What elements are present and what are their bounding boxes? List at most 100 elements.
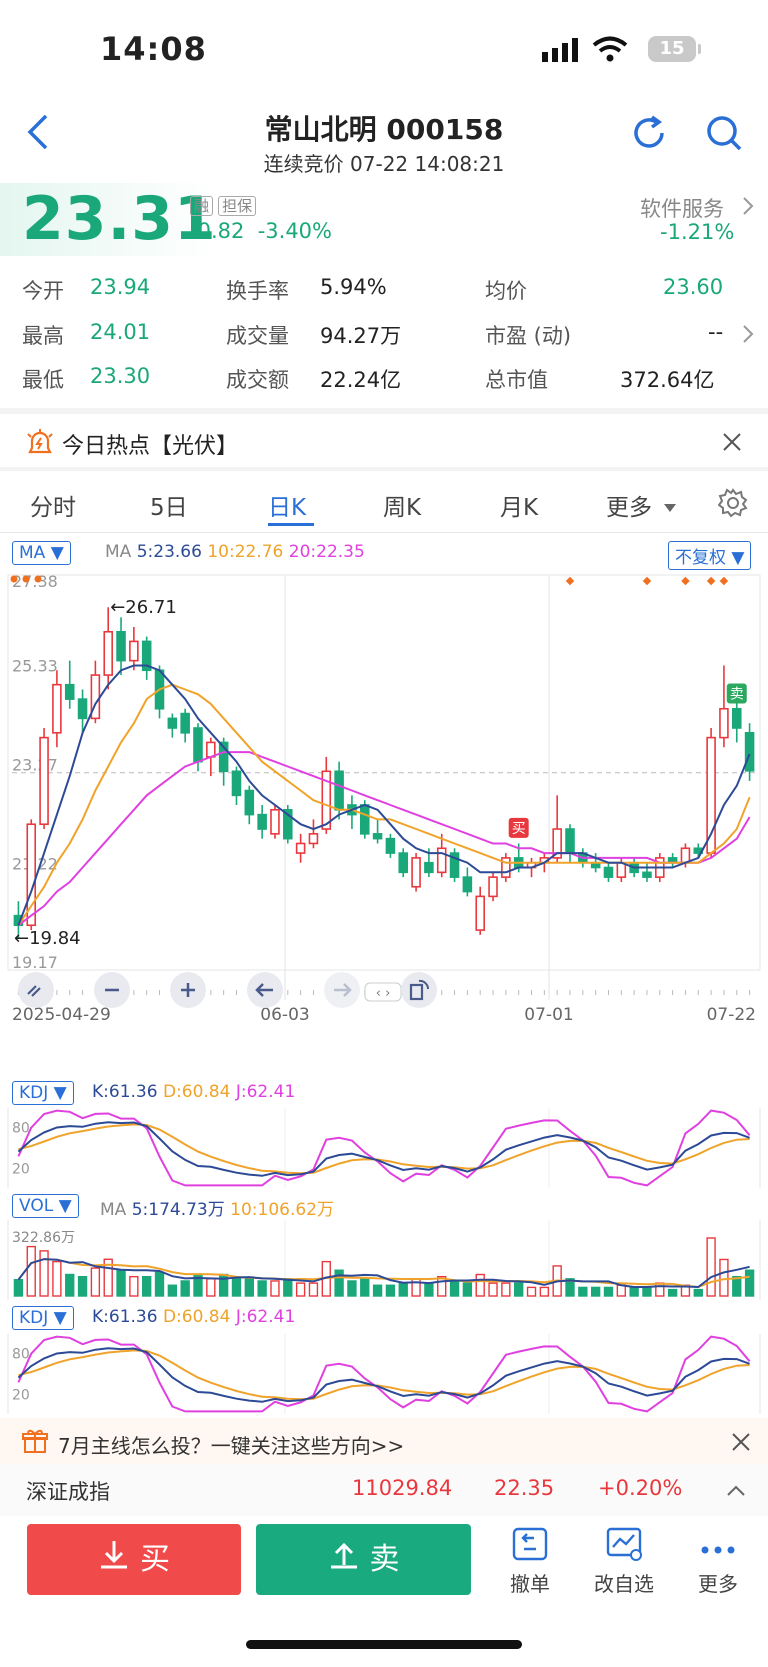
- pe-chevron-icon[interactable]: [742, 324, 754, 348]
- tab-intraday[interactable]: 分时: [30, 488, 76, 522]
- candle-body: [52, 683, 62, 734]
- kdj-values: K:61.36 D:60.84 J:62.41: [92, 1082, 295, 1102]
- candle-body: [372, 833, 383, 840]
- cancel-order-label[interactable]: 撤单: [490, 1568, 570, 1597]
- volume-bar: [244, 1278, 254, 1297]
- x-tick-label: 07-01: [524, 1005, 573, 1025]
- more-label[interactable]: 更多: [678, 1568, 758, 1597]
- volume-bar: [372, 1284, 383, 1297]
- volume-bar: [398, 1282, 408, 1297]
- candle-body: [180, 712, 190, 734]
- volume-bar: [719, 1258, 729, 1297]
- edit-watchlist-icon[interactable]: [606, 1527, 644, 1565]
- index-change: 22.35: [494, 1476, 555, 1500]
- close-hot-icon[interactable]: [722, 432, 742, 456]
- candle-body: [39, 736, 49, 826]
- candle-body: [64, 683, 75, 700]
- volume-bar: [424, 1282, 434, 1297]
- tab-weekly-k[interactable]: 周K: [383, 488, 421, 522]
- scroll-handle-label: ‹ ›: [376, 986, 391, 1001]
- candle-body: [475, 895, 485, 931]
- candle-body: [193, 727, 203, 763]
- pe-label[interactable]: 市盈 (动): [485, 320, 571, 350]
- active-tab-underline: [268, 523, 314, 526]
- more-dots-icon[interactable]: [700, 1540, 736, 1559]
- sell-icon: [328, 1525, 360, 1596]
- event-dot: [719, 576, 729, 586]
- volume-bar: [13, 1278, 24, 1297]
- event-dot: [565, 576, 575, 586]
- adjust-selector[interactable]: 不复权 ▼: [668, 541, 752, 570]
- search-icon[interactable]: [705, 114, 743, 156]
- volume-bar: [462, 1282, 473, 1297]
- divider: [0, 532, 768, 533]
- sector-name[interactable]: 软件服务: [640, 193, 724, 223]
- pan-right-button[interactable]: [324, 972, 360, 1008]
- kdj2-selector[interactable]: KDJ ▼: [12, 1306, 74, 1330]
- event-dot: [34, 575, 42, 583]
- volume-bar: [629, 1286, 639, 1297]
- kdj-selector[interactable]: KDJ ▼: [12, 1081, 74, 1105]
- chevron-up-icon[interactable]: [726, 1482, 746, 1501]
- volume-bar: [488, 1282, 498, 1297]
- volume-bar: [578, 1286, 588, 1297]
- close-banner-icon[interactable]: [732, 1433, 750, 1455]
- volume-value: 94.27万: [320, 324, 402, 348]
- volume-bar: [732, 1275, 742, 1297]
- amount-value: 22.24亿: [320, 368, 402, 392]
- rotate-screen-button[interactable]: [401, 972, 437, 1008]
- tab-5day[interactable]: 5日: [150, 488, 188, 522]
- ma-label: MA: [105, 542, 132, 562]
- x-tick-label: 2025-04-29: [12, 1005, 111, 1025]
- ma5-value: 5:23.66: [136, 542, 202, 562]
- divider: [0, 408, 768, 414]
- volume-bar: [167, 1284, 178, 1297]
- vol-ma10: 10:106.62万: [230, 1200, 334, 1220]
- margin-tag: 融: [190, 196, 214, 216]
- refresh-icon[interactable]: [630, 114, 668, 156]
- candle-body: [398, 852, 409, 874]
- tab-daily-k[interactable]: 日K: [268, 488, 306, 522]
- volume-bar: [65, 1273, 75, 1297]
- volume-bar: [449, 1280, 460, 1297]
- pan-left-button[interactable]: [247, 972, 283, 1008]
- low-value: 23.30: [90, 364, 151, 388]
- volume-bar: [706, 1237, 716, 1297]
- sell-button[interactable]: 卖: [256, 1524, 471, 1595]
- promo-text[interactable]: 7月主线怎么投？一键关注这些方向>>: [58, 1430, 404, 1459]
- zoom-in-button[interactable]: [170, 972, 206, 1008]
- volume-bar: [90, 1267, 101, 1297]
- vol-values: MA 5:174.73万 10:106.62万: [100, 1195, 334, 1220]
- edit-watchlist-label[interactable]: 改自选: [584, 1568, 664, 1597]
- buy-button[interactable]: 买: [27, 1524, 241, 1595]
- tab-monthly-k[interactable]: 月K: [500, 488, 538, 522]
- chevron-right-icon[interactable]: [742, 196, 754, 220]
- candle-body: [257, 813, 267, 830]
- ma-selector[interactable]: MA ▼: [12, 541, 71, 565]
- open-value: 23.94: [90, 275, 151, 299]
- settings-gear-icon[interactable]: [717, 488, 748, 522]
- signal-icon: [542, 38, 580, 66]
- vol-selector[interactable]: VOL ▼: [12, 1194, 79, 1218]
- price-change-row: -0.82 -3.40%: [190, 219, 332, 243]
- candle-body: [270, 808, 280, 835]
- candle-body: [77, 698, 88, 720]
- zoom-out-button[interactable]: [94, 972, 130, 1008]
- ma10-line: [17, 683, 751, 926]
- volume-bar: [308, 1282, 319, 1297]
- candle-body: [411, 857, 421, 888]
- volume-bar: [257, 1280, 267, 1297]
- avg-value: 23.60: [663, 275, 724, 299]
- y-tick-label: 19.17: [12, 953, 58, 972]
- status-time: 14:08: [100, 30, 207, 68]
- cancel-order-icon[interactable]: [512, 1527, 548, 1565]
- sell-marker-label: 卖: [730, 686, 744, 702]
- hot-topic-text[interactable]: 今日热点【光伏】: [62, 428, 238, 460]
- volume-bar: [667, 1288, 678, 1297]
- volume-bar: [744, 1269, 755, 1297]
- volume-bar: [334, 1269, 344, 1297]
- tab-more[interactable]: 更多: [606, 488, 652, 522]
- avg-label: 均价: [485, 279, 527, 303]
- caret-down-icon[interactable]: [664, 497, 676, 516]
- reset-zoom-button[interactable]: [18, 972, 54, 1008]
